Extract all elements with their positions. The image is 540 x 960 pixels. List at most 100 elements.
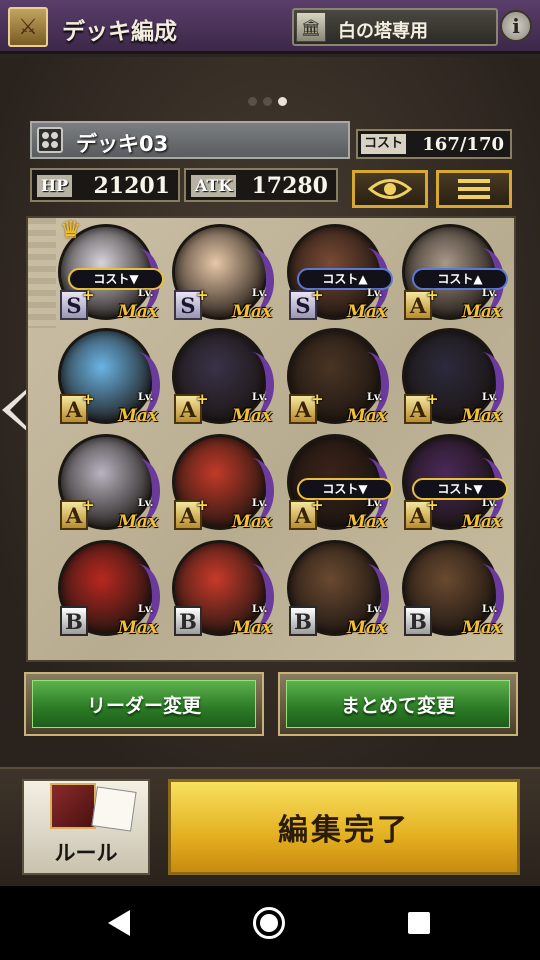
level-max-label: Max: [118, 406, 158, 426]
tower-icon: 🏛: [296, 12, 326, 42]
deck-name: デッキ03: [76, 132, 169, 156]
level-label: Lv.: [138, 498, 154, 509]
card-slot[interactable]: A + Lv. Max: [46, 434, 162, 542]
level-max-label: Max: [118, 512, 158, 532]
card-slot[interactable]: コスト▲ S + Lv. Max: [275, 224, 393, 332]
atk-value: 17280: [251, 173, 328, 199]
leader-change-label: リーダー変更: [32, 680, 256, 728]
card-slot[interactable]: A + Lv. Max: [46, 328, 162, 436]
system-nav-bar: [0, 886, 540, 960]
level-max-label: Max: [347, 618, 387, 638]
recent-apps-icon[interactable]: [408, 912, 430, 934]
rules-label: ルール: [54, 841, 118, 865]
rank-badge: B: [404, 606, 432, 636]
deck-cost-box: コスト 167/170: [356, 129, 512, 159]
home-icon[interactable]: [253, 907, 285, 939]
level-label: Lv.: [367, 288, 383, 299]
list-icon: [458, 179, 490, 199]
level-label: Lv.: [138, 392, 154, 403]
bottom-bar: ルール 編集完了: [0, 767, 540, 885]
page-dot: [248, 97, 257, 106]
level-max-label: Max: [118, 618, 158, 638]
card-slot[interactable]: コスト▼ A + Lv. Max: [275, 434, 393, 542]
level-label: Lv.: [482, 498, 498, 509]
card-slot[interactable]: A + Lv. Max: [275, 328, 391, 436]
rank-plus: +: [311, 496, 324, 514]
card-slot[interactable]: B Lv. Max: [160, 540, 276, 648]
level-max-label: Max: [347, 512, 387, 532]
level-label: Lv.: [367, 498, 383, 509]
level-label: Lv.: [367, 392, 383, 403]
deck-logo-icon[interactable]: ⚔: [8, 7, 48, 47]
leader-change-button[interactable]: リーダー変更: [24, 672, 264, 736]
level-max-label: Max: [232, 512, 272, 532]
card-slot[interactable]: B Lv. Max: [390, 540, 506, 648]
level-max-label: Max: [232, 406, 272, 426]
card-slot[interactable]: A + Lv. Max: [160, 328, 276, 436]
rank-plus: +: [311, 390, 324, 408]
level-label: Lv.: [252, 288, 268, 299]
level-max-label: Max: [347, 302, 387, 322]
card-slot[interactable]: コスト▲ A + Lv. Max: [390, 224, 508, 332]
card-slot[interactable]: A + Lv. Max: [390, 328, 506, 436]
leader-crown-icon: ♛: [60, 216, 82, 244]
level-max-label: Max: [462, 512, 502, 532]
deck-name-field[interactable]: デッキ03: [30, 121, 350, 159]
hp-value: 21201: [93, 173, 170, 199]
level-label: Lv.: [482, 604, 498, 615]
card-slot[interactable]: B Lv. Max: [46, 540, 162, 648]
previous-deck-arrow-icon[interactable]: [2, 388, 28, 432]
header-bar: ⚔ デッキ編成 🏛 白の塔専用 i: [0, 0, 540, 54]
eye-icon: [368, 179, 412, 199]
hp-label: HP: [37, 175, 73, 197]
card-slot[interactable]: A + Lv. Max: [160, 434, 276, 542]
hp-stat-box: HP 21201: [30, 168, 180, 202]
atk-stat-box: ATK 17280: [184, 168, 338, 202]
rank-plus: +: [311, 286, 324, 304]
level-label: Lv.: [252, 498, 268, 509]
page-dot-active: [278, 97, 287, 106]
rank-plus: +: [82, 286, 95, 304]
level-max-label: Max: [232, 302, 272, 322]
rule-card-icon: [91, 786, 137, 832]
white-tower-badge: 🏛 白の塔専用: [292, 8, 498, 46]
deck-grid-icon: [37, 127, 63, 153]
back-icon[interactable]: [108, 910, 130, 936]
card-grid-panel: ♛ コスト▼ S + Lv. Max S + Lv. Max コスト▲ S + Lv. Max コスト▲ A + L…: [26, 216, 516, 662]
tower-label: 白の塔専用: [338, 21, 428, 42]
rule-book-icon: [50, 783, 96, 829]
card-slot[interactable]: コスト▼ A + Lv. Max: [390, 434, 508, 542]
complete-edit-button[interactable]: 編集完了: [168, 779, 520, 875]
rank-plus: +: [82, 496, 95, 514]
cost-value: 167/170: [422, 134, 504, 155]
level-max-label: Max: [118, 302, 158, 322]
rank-plus: +: [82, 390, 95, 408]
rank-badge: B: [289, 606, 317, 636]
page-title: デッキ編成: [62, 19, 177, 45]
level-label: Lv.: [252, 604, 268, 615]
rank-plus: +: [196, 286, 209, 304]
level-label: Lv.: [367, 604, 383, 615]
level-label: Lv.: [252, 392, 268, 403]
level-max-label: Max: [462, 406, 502, 426]
page-indicator: [248, 97, 287, 106]
rank-badge: B: [60, 606, 88, 636]
level-max-label: Max: [347, 406, 387, 426]
info-button[interactable]: i: [500, 10, 532, 42]
card-slot[interactable]: S + Lv. Max: [160, 224, 276, 332]
level-label: Lv.: [482, 288, 498, 299]
bulk-change-button[interactable]: まとめて変更: [278, 672, 518, 736]
rules-button[interactable]: ルール: [22, 779, 150, 875]
level-max-label: Max: [462, 618, 502, 638]
page-dot: [263, 97, 272, 106]
card-slot[interactable]: B Lv. Max: [275, 540, 391, 648]
cost-label: コスト: [361, 134, 407, 154]
atk-label: ATK: [191, 175, 237, 197]
bulk-change-label: まとめて変更: [286, 680, 510, 728]
level-max-label: Max: [462, 302, 502, 322]
menu-button[interactable]: [436, 170, 512, 208]
rank-plus: +: [196, 496, 209, 514]
rank-plus: +: [426, 390, 439, 408]
view-button[interactable]: [352, 170, 428, 208]
card-slot[interactable]: ♛ コスト▼ S + Lv. Max: [46, 216, 164, 332]
